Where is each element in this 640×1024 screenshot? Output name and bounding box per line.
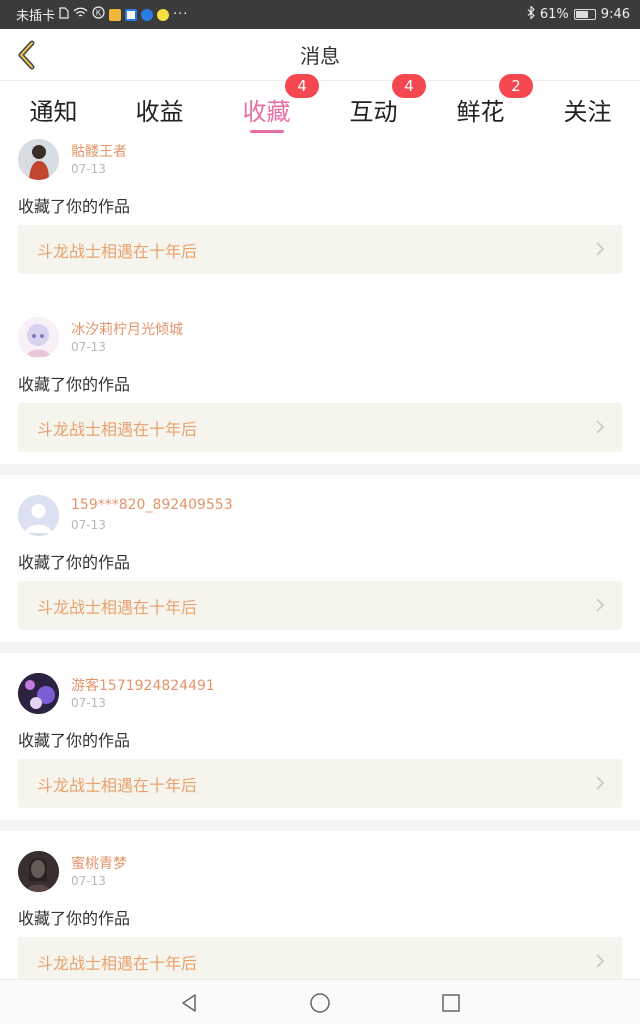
work-link[interactable]: 斗龙战士相遇在十年后 bbox=[18, 403, 622, 452]
chevron-right-icon bbox=[596, 776, 605, 790]
avatar[interactable] bbox=[18, 851, 59, 892]
app-notification-icon bbox=[141, 8, 154, 21]
bluetooth-icon bbox=[527, 5, 535, 23]
list-item: 冰汐莉柠月光倾城 07-13 收藏了你的作品 斗龙战士相遇在十年后 bbox=[0, 297, 640, 464]
action-text: 收藏了你的作品 bbox=[18, 731, 131, 750]
home-circle-icon[interactable] bbox=[308, 991, 332, 1015]
avatar[interactable] bbox=[18, 139, 59, 180]
chevron-right-icon bbox=[596, 242, 605, 256]
work-link[interactable]: 斗龙战士相遇在十年后 bbox=[18, 581, 622, 630]
tab-label: 关注 bbox=[563, 97, 612, 126]
svg-text:K: K bbox=[96, 9, 102, 18]
header-bar: 消息 bbox=[0, 29, 640, 81]
carrier-text: 未插卡 bbox=[16, 9, 56, 24]
back-chevron-icon bbox=[18, 40, 35, 70]
tab-flowers[interactable]: 鲜花 2 bbox=[427, 74, 534, 137]
tab-interactions[interactable]: 互动 4 bbox=[320, 74, 427, 137]
message-date: 07-13 bbox=[71, 518, 106, 532]
work-title: 斗龙战士相遇在十年后 bbox=[37, 241, 198, 261]
list-item: 蜜桃青梦 07-13 收藏了你的作品 斗龙战士相遇在十年后 bbox=[0, 831, 640, 979]
tab-label: 互动 bbox=[349, 97, 398, 126]
tab-label: 鲜花 bbox=[456, 97, 505, 126]
tab-label: 收藏 bbox=[242, 97, 291, 126]
clock: 9:46 bbox=[600, 7, 630, 22]
back-button[interactable] bbox=[8, 37, 44, 73]
wifi-icon bbox=[73, 7, 88, 23]
work-title: 斗龙战士相遇在十年后 bbox=[37, 953, 198, 973]
work-link[interactable]: 斗龙战士相遇在十年后 bbox=[18, 225, 622, 274]
chevron-right-icon bbox=[596, 954, 605, 968]
tab-earnings[interactable]: 收益 bbox=[106, 81, 213, 137]
status-bar: 未插卡 K ··· 61% 9:46 bbox=[0, 0, 640, 29]
message-date: 07-13 bbox=[71, 874, 106, 888]
chevron-right-icon bbox=[596, 420, 605, 434]
message-date: 07-13 bbox=[71, 696, 106, 710]
recents-square-icon[interactable] bbox=[439, 991, 463, 1015]
unread-badge: 4 bbox=[392, 74, 426, 98]
chevron-right-icon bbox=[596, 598, 605, 612]
avatar[interactable] bbox=[18, 495, 59, 536]
sim-icon bbox=[59, 6, 69, 23]
app-notification-icon bbox=[157, 8, 170, 21]
unread-badge: 2 bbox=[499, 74, 533, 98]
avatar[interactable] bbox=[18, 673, 59, 714]
username[interactable]: 蜜桃青梦 bbox=[71, 853, 127, 873]
work-title: 斗龙战士相遇在十年后 bbox=[37, 597, 198, 617]
tab-bar: 通知 收益 收藏 4 互动 4 鲜花 2 关注 bbox=[0, 74, 640, 137]
data-saver-icon: K bbox=[92, 6, 105, 23]
action-text: 收藏了你的作品 bbox=[18, 375, 131, 394]
message-date: 07-13 bbox=[71, 162, 106, 176]
page-title: 消息 bbox=[300, 44, 340, 68]
action-text: 收藏了你的作品 bbox=[18, 909, 131, 928]
battery-percent: 61% bbox=[539, 7, 569, 22]
action-text: 收藏了你的作品 bbox=[18, 553, 131, 572]
list-item: 骷髅王者 07-13 收藏了你的作品 斗龙战士相遇在十年后 bbox=[0, 137, 640, 304]
username[interactable]: 159***820_892409553 bbox=[71, 497, 233, 513]
tab-following[interactable]: 关注 bbox=[534, 81, 640, 137]
battery-icon bbox=[573, 9, 596, 20]
back-triangle-icon[interactable] bbox=[177, 991, 201, 1015]
tab-notifications[interactable]: 通知 bbox=[0, 81, 107, 137]
tab-label: 通知 bbox=[29, 97, 78, 126]
avatar[interactable] bbox=[18, 317, 59, 358]
work-title: 斗龙战士相遇在十年后 bbox=[37, 775, 198, 795]
username[interactable]: 冰汐莉柠月光倾城 bbox=[71, 319, 183, 339]
tab-favorites[interactable]: 收藏 4 bbox=[213, 74, 320, 137]
list-item: 游客1571924824491 07-13 收藏了你的作品 斗龙战士相遇在十年后 bbox=[0, 653, 640, 820]
work-title: 斗龙战士相遇在十年后 bbox=[37, 419, 198, 439]
active-tab-indicator bbox=[249, 130, 284, 133]
app-notification-icon bbox=[109, 8, 122, 21]
more-dots-icon: ··· bbox=[173, 7, 189, 22]
username[interactable]: 骷髅王者 bbox=[71, 141, 127, 161]
work-link[interactable]: 斗龙战士相遇在十年后 bbox=[18, 759, 622, 808]
work-link[interactable]: 斗龙战士相遇在十年后 bbox=[18, 937, 622, 979]
message-date: 07-13 bbox=[71, 340, 106, 354]
app-notification-icon bbox=[125, 8, 138, 21]
action-text: 收藏了你的作品 bbox=[18, 197, 131, 216]
username[interactable]: 游客1571924824491 bbox=[71, 675, 215, 695]
system-navigation-bar bbox=[0, 979, 640, 1024]
unread-badge: 4 bbox=[285, 74, 319, 98]
tab-label: 收益 bbox=[135, 97, 184, 126]
message-list[interactable]: 骷髅王者 07-13 收藏了你的作品 斗龙战士相遇在十年后 冰汐莉柠月光倾城 0… bbox=[0, 137, 640, 979]
list-item: 159***820_892409553 07-13 收藏了你的作品 斗龙战士相遇… bbox=[0, 475, 640, 642]
